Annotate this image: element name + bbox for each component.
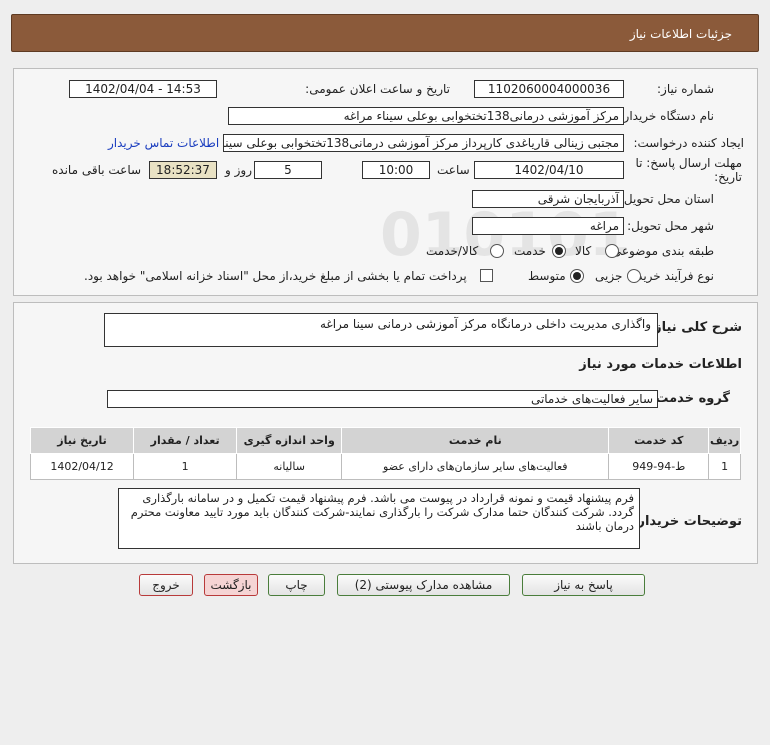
- cell-qty: 1: [133, 453, 238, 480]
- category-radio-goods[interactable]: [605, 244, 619, 258]
- table-row: 1 ط-94-949 فعالیت‌های سایر سازمان‌های دا…: [29, 453, 741, 480]
- contact-buyer-link[interactable]: اطلاعات تماس خریدار: [108, 136, 219, 150]
- page-title-bar: جزئیات اطلاعات نیاز: [11, 14, 759, 52]
- table-header-row: ردیف کد خدمت نام خدمت واحد اندازه گیری ت…: [29, 427, 741, 454]
- col-row: ردیف: [708, 427, 741, 454]
- process-label: نوع فرآیند خرید :: [629, 269, 714, 283]
- process-option-medium: متوسط: [528, 269, 566, 283]
- col-date: تاریخ نیاز: [29, 427, 135, 454]
- page-title: جزئیات اطلاعات نیاز: [629, 27, 732, 41]
- deadline-date-field: 1402/04/10: [474, 161, 624, 179]
- notes-text: فرم پیشنهاد قیمت و نمونه قرارداد در پیوس…: [130, 491, 634, 533]
- service-group-label: گروه خدمت:: [650, 391, 730, 406]
- announce-field: 1402/04/04 - 14:53: [69, 80, 217, 98]
- need-number-field: 1102060004000036: [474, 80, 624, 98]
- category-option-service: خدمت: [514, 244, 546, 258]
- col-name: نام خدمت: [341, 427, 610, 454]
- cell-row: 1: [708, 453, 741, 480]
- print-button[interactable]: چاپ: [268, 574, 325, 596]
- service-group-field: سایر فعالیت‌های خدماتی: [107, 390, 658, 408]
- process-option-minor: جزیی: [595, 269, 623, 283]
- category-radio-service[interactable]: [552, 244, 566, 258]
- remaining-time-field: 18:52:37: [149, 161, 217, 179]
- col-code: کد خدمت: [608, 427, 710, 454]
- province-field: آذربایجان شرقی: [472, 190, 624, 208]
- back-button[interactable]: بازگشت: [204, 574, 258, 596]
- days-field: 5: [254, 161, 322, 179]
- view-attachments-button[interactable]: مشاهده مدارک پیوستی (2): [337, 574, 510, 596]
- announce-label: تاریخ و ساعت اعلان عمومی:: [305, 82, 450, 96]
- buyer-org-label: نام دستگاه خریدار:: [619, 109, 715, 123]
- category-label: طبقه بندی موضوعی:: [607, 244, 714, 258]
- services-table: ردیف کد خدمت نام خدمت واحد اندازه گیری ت…: [29, 427, 741, 480]
- need-number-label: شماره نیاز:: [657, 82, 714, 96]
- summary-label: شرح کلی نیاز:: [648, 320, 742, 335]
- services-title: اطلاعات خدمات مورد نیاز: [579, 357, 742, 372]
- exit-button[interactable]: خروج: [139, 574, 193, 596]
- payment-checkbox[interactable]: [480, 269, 493, 282]
- notes-label: توضیحات خریدار:: [632, 514, 742, 529]
- deadline-label: مهلت ارسال پاسخ: تا تاریخ:: [635, 156, 742, 184]
- col-qty: تعداد / مقدار: [133, 427, 238, 454]
- buyer-org-field: مرکز آموزشی درمانی138تختخوابی بوعلی سینا…: [228, 107, 624, 125]
- cell-unit: سالیانه: [236, 453, 343, 480]
- days-label: روز و: [225, 163, 252, 177]
- deadline-time-label: ساعت: [437, 163, 470, 177]
- process-radio-medium[interactable]: [570, 269, 584, 283]
- category-option-goods-service: کالا/خدمت: [426, 244, 479, 258]
- category-radio-goods-service[interactable]: [490, 244, 504, 258]
- deadline-time-field: 10:00: [362, 161, 430, 179]
- cell-code: ط-94-949: [608, 453, 710, 480]
- category-option-goods: کالا: [575, 244, 592, 258]
- cell-name: فعالیت‌های سایر سازمان‌های دارای عضو: [341, 453, 610, 480]
- col-unit: واحد اندازه گیری: [236, 427, 343, 454]
- requester-label: ایجاد کننده درخواست:: [633, 136, 744, 150]
- notes-field: فرم پیشنهاد قیمت و نمونه قرارداد در پیوس…: [118, 488, 640, 549]
- reply-button[interactable]: پاسخ به نیاز: [522, 574, 645, 596]
- city-label: شهر محل تحویل:: [627, 219, 714, 233]
- process-radio-minor[interactable]: [627, 269, 641, 283]
- cell-date: 1402/04/12: [29, 453, 135, 480]
- city-field: مراغه: [472, 217, 624, 235]
- payment-note: پرداخت تمام یا بخشی از مبلغ خرید،از محل …: [84, 269, 467, 283]
- province-label: استان محل تحویل:: [619, 192, 714, 206]
- remaining-label: ساعت باقی مانده: [52, 163, 142, 177]
- summary-field: واگذاری مدیریت داخلی درمانگاه مرکز آموزش…: [104, 313, 658, 347]
- requester-field: مجتبی زینالی قاریاغدی کارپرداز مرکز آموز…: [223, 134, 624, 152]
- summary-text: واگذاری مدیریت داخلی درمانگاه مرکز آموزش…: [320, 317, 651, 331]
